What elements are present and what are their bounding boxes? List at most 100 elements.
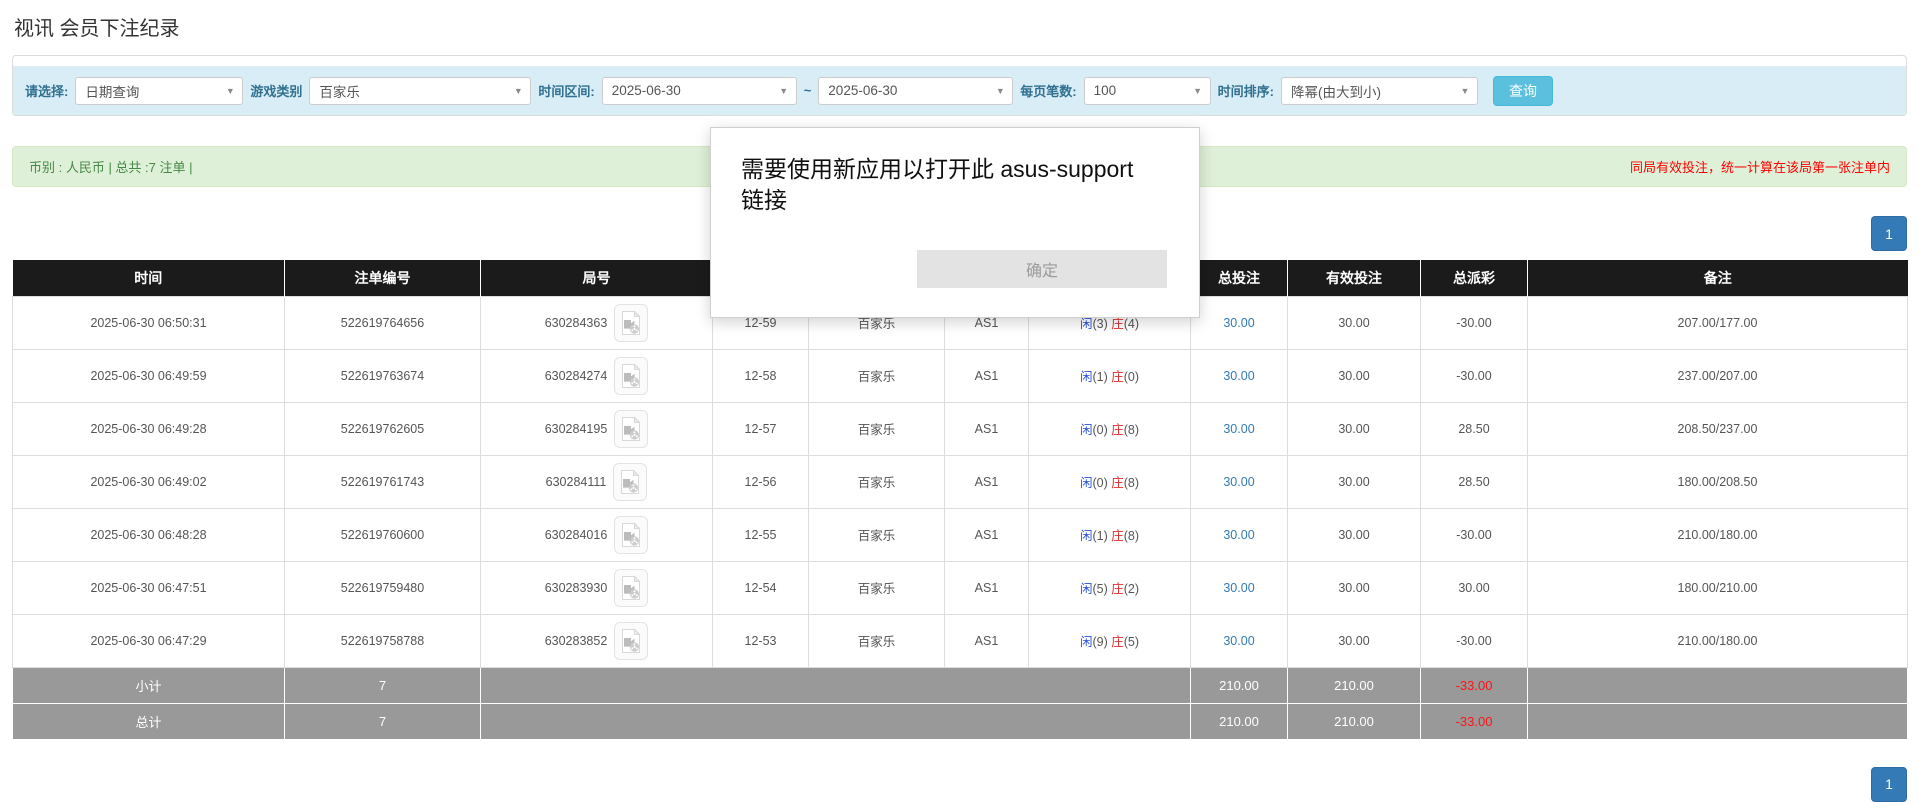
page-title: 视讯 会员下注纪录 xyxy=(14,12,1907,41)
player-bet-label: 闲 xyxy=(1080,529,1093,543)
time-range-label: 时间区间: xyxy=(538,81,594,100)
pagination-page-1-button[interactable]: 1 xyxy=(1871,216,1907,251)
game-name: 百家乐 xyxy=(809,614,945,667)
bet-detail: 闲(1) 庄(0) xyxy=(1029,349,1191,402)
date-to-select[interactable]: 2025-06-30 ▼ xyxy=(818,77,1013,105)
player-bet-value: (0) xyxy=(1092,423,1107,437)
round-id: 630284274 xyxy=(545,369,608,383)
banker-bet-value: (8) xyxy=(1124,529,1139,543)
video-replay-button[interactable] xyxy=(614,304,648,342)
total-bet-link[interactable]: 30.00 xyxy=(1223,422,1254,436)
total-bet-link[interactable]: 30.00 xyxy=(1223,475,1254,489)
table-code: AS1 xyxy=(945,349,1029,402)
total-bet-link[interactable]: 30.00 xyxy=(1223,316,1254,330)
query-type-select[interactable]: 日期查询 ▼ xyxy=(75,77,243,105)
dialog-message: 需要使用新应用以打开此 asus-support 链接 xyxy=(741,154,1141,216)
table-code: AS1 xyxy=(945,614,1029,667)
chevron-down-icon[interactable]: ▼ xyxy=(772,78,796,104)
payout: -30.00 xyxy=(1421,614,1528,667)
video-replay-button[interactable] xyxy=(613,463,647,501)
remark: 208.50/237.00 xyxy=(1528,402,1908,455)
valid-bet: 30.00 xyxy=(1288,508,1421,561)
date-from-select[interactable]: 2025-06-30 ▼ xyxy=(602,77,797,105)
player-bet-value: (1) xyxy=(1092,529,1107,543)
valid-bet: 30.00 xyxy=(1288,296,1421,349)
video-replay-button[interactable] xyxy=(614,516,648,554)
video-replay-button[interactable] xyxy=(614,622,648,660)
banker-bet-value: (4) xyxy=(1124,317,1139,331)
total-row: 小计 7 210.00 210.00 -33.00 xyxy=(13,667,1908,703)
pagination-bottom: 1 xyxy=(12,767,1907,802)
table-code: AS1 xyxy=(945,508,1029,561)
total-bet-link[interactable]: 30.00 xyxy=(1223,369,1254,383)
chevron-down-icon[interactable]: ▼ xyxy=(988,78,1012,104)
bet-time: 2025-06-30 06:49:59 xyxy=(13,349,285,402)
total-bet-sum: 210.00 xyxy=(1191,667,1288,703)
bet-time: 2025-06-30 06:48:28 xyxy=(13,508,285,561)
valid-bet: 30.00 xyxy=(1288,402,1421,455)
bet-time: 2025-06-30 06:49:02 xyxy=(13,455,285,508)
total-bet-link[interactable]: 30.00 xyxy=(1223,581,1254,595)
banker-bet-value: (2) xyxy=(1124,582,1139,596)
valid-bet: 30.00 xyxy=(1288,349,1421,402)
total-bet-link[interactable]: 30.00 xyxy=(1223,528,1254,542)
round-id: 630284016 xyxy=(545,528,608,542)
chevron-down-icon[interactable]: ▼ xyxy=(506,78,530,104)
banker-bet-label: 庄 xyxy=(1111,529,1124,543)
column-header: 总派彩 xyxy=(1421,260,1528,296)
bet-detail: 闲(5) 庄(2) xyxy=(1029,561,1191,614)
table-row: 2025-06-30 06:49:28 522619762605 6302841… xyxy=(13,402,1908,455)
date-to-value: 2025-06-30 xyxy=(819,83,988,98)
bet-detail: 闲(9) 庄(5) xyxy=(1029,614,1191,667)
bet-time: 2025-06-30 06:47:51 xyxy=(13,561,285,614)
banker-bet-label: 庄 xyxy=(1111,370,1124,384)
shoe-round-number: 12-53 xyxy=(713,614,809,667)
dialog-confirm-button[interactable]: 确定 xyxy=(917,250,1167,288)
total-bet-cell: 30.00 xyxy=(1191,561,1288,614)
range-separator: ~ xyxy=(804,83,812,98)
video-replay-button[interactable] xyxy=(614,357,648,395)
remark: 237.00/207.00 xyxy=(1528,349,1908,402)
bet-id: 522619761743 xyxy=(285,455,481,508)
game-category-select[interactable]: 百家乐 ▼ xyxy=(309,77,531,105)
player-bet-value: (1) xyxy=(1092,370,1107,384)
bet-id: 522619764656 xyxy=(285,296,481,349)
bet-id: 522619762605 xyxy=(285,402,481,455)
round-cell: 630284363 xyxy=(481,296,713,349)
total-count: 7 xyxy=(285,703,481,739)
total-spacer xyxy=(481,667,1191,703)
player-bet-label: 闲 xyxy=(1080,476,1093,490)
total-bet-link[interactable]: 30.00 xyxy=(1223,634,1254,648)
game-name: 百家乐 xyxy=(809,508,945,561)
chevron-down-icon[interactable]: ▼ xyxy=(1186,78,1210,104)
bet-id: 522619763674 xyxy=(285,349,481,402)
round-id: 630284363 xyxy=(545,316,608,330)
banker-bet-label: 庄 xyxy=(1111,476,1124,490)
total-remark xyxy=(1528,703,1908,739)
total-label: 总计 xyxy=(13,703,285,739)
remark: 210.00/180.00 xyxy=(1528,614,1908,667)
filter-bar: 请选择: 日期查询 ▼ 游戏类别 百家乐 ▼ 时间区间: 2025-06-30 … xyxy=(13,66,1906,115)
video-replay-button[interactable] xyxy=(614,569,648,607)
valid-bet: 30.00 xyxy=(1288,561,1421,614)
chevron-down-icon[interactable]: ▼ xyxy=(218,78,242,104)
total-bet-cell: 30.00 xyxy=(1191,455,1288,508)
player-bet-value: (9) xyxy=(1092,635,1107,649)
time-sort-select[interactable]: 降幂(由大到小) ▼ xyxy=(1281,77,1478,105)
chevron-down-icon[interactable]: ▼ xyxy=(1453,78,1477,104)
remark: 210.00/180.00 xyxy=(1528,508,1908,561)
bet-id: 522619759480 xyxy=(285,561,481,614)
banker-bet-value: (0) xyxy=(1124,370,1139,384)
remark: 207.00/177.00 xyxy=(1528,296,1908,349)
shoe-round-number: 12-57 xyxy=(713,402,809,455)
pagination-page-1-button[interactable]: 1 xyxy=(1871,767,1907,802)
page-size-select[interactable]: 100 ▼ xyxy=(1084,77,1211,105)
shoe-round-number: 12-54 xyxy=(713,561,809,614)
video-replay-button[interactable] xyxy=(614,410,648,448)
total-bet-cell: 30.00 xyxy=(1191,349,1288,402)
bet-detail: 闲(1) 庄(8) xyxy=(1029,508,1191,561)
search-button[interactable]: 查询 xyxy=(1493,76,1553,106)
valid-bet: 30.00 xyxy=(1288,614,1421,667)
table-row: 2025-06-30 06:47:29 522619758788 6302838… xyxy=(13,614,1908,667)
time-sort-label: 时间排序: xyxy=(1218,81,1274,100)
